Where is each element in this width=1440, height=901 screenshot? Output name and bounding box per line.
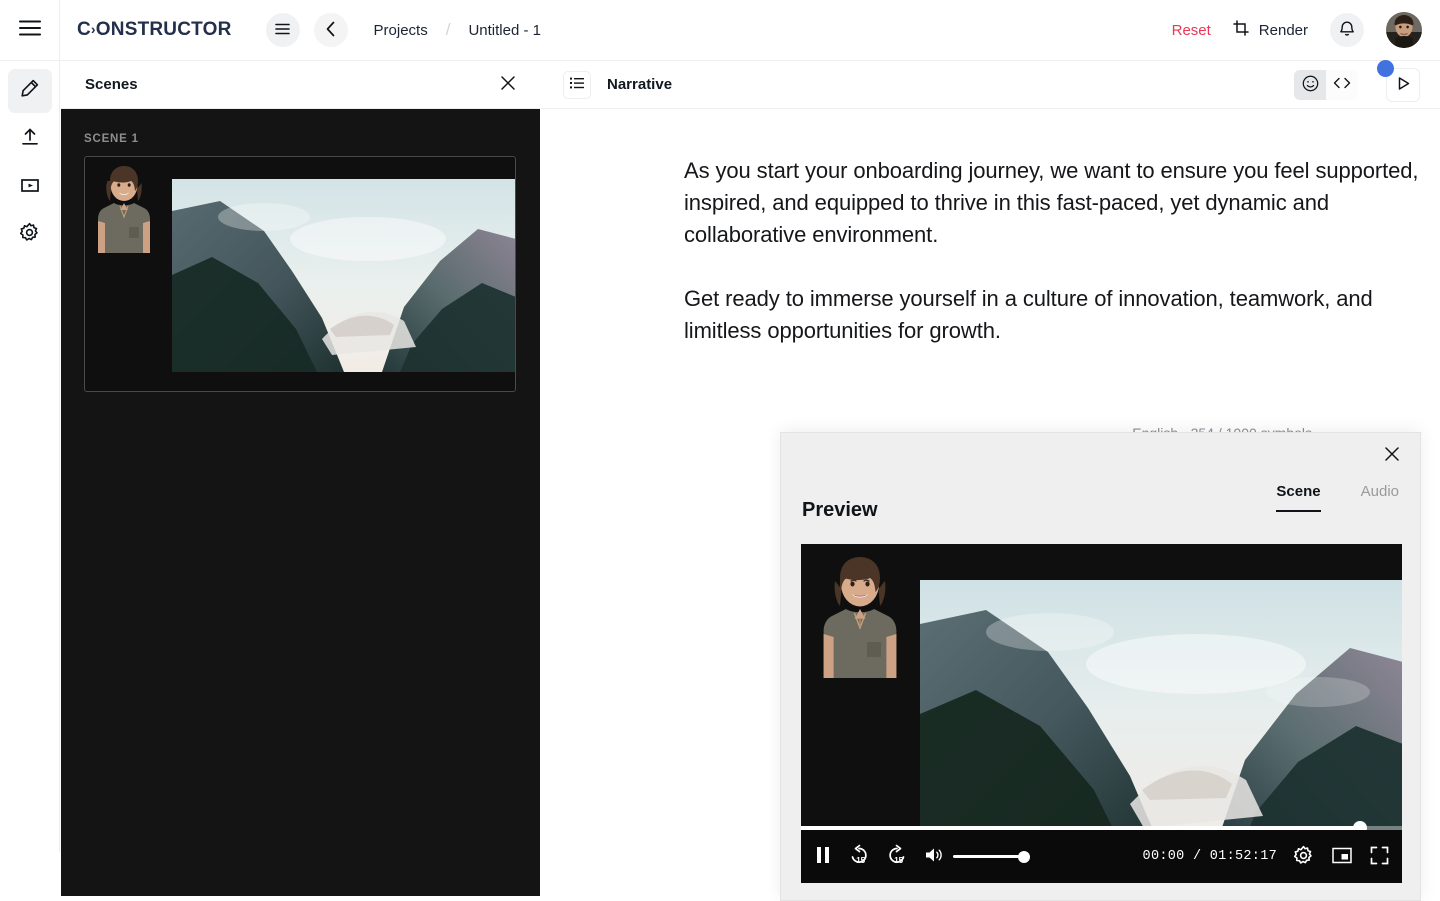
rewind-15-icon: 15 [848, 844, 870, 869]
forward-15-button[interactable]: 15 [886, 844, 908, 869]
preview-player[interactable]: 15 15 [801, 544, 1402, 883]
pause-button[interactable] [814, 845, 832, 868]
scenes-panel-body: SCENE 1 [61, 109, 540, 896]
reset-button[interactable]: Reset [1172, 22, 1211, 39]
current-time: 00:00 [1143, 849, 1185, 864]
preview-modal: Scene Audio Preview [780, 432, 1421, 901]
list-icon [275, 23, 290, 38]
close-icon [500, 75, 516, 94]
preview-close-button[interactable] [1384, 446, 1400, 465]
rail-item-settings[interactable] [8, 213, 52, 257]
tab-scene[interactable]: Scene [1276, 483, 1320, 512]
player-presenter-avatar [822, 550, 898, 678]
player-background-image [920, 580, 1402, 851]
breadcrumb-current-project[interactable]: Untitled - 1 [468, 22, 541, 39]
app-logo[interactable]: C›ONSTRUCTOR [77, 19, 232, 41]
svg-text:15: 15 [894, 856, 903, 865]
pause-icon [814, 845, 832, 868]
time-separator: / [1193, 849, 1201, 864]
forward-15-icon: 15 [886, 844, 908, 869]
scenes-panel-title: Scenes [85, 76, 138, 93]
close-icon [1384, 450, 1400, 465]
narrative-text[interactable]: As you start your onboarding journey, we… [684, 155, 1424, 347]
narrative-panel-title: Narrative [607, 76, 672, 93]
video-time-display: 00:00 / 01:52:17 [1143, 849, 1277, 864]
scene-card[interactable] [84, 156, 516, 392]
narrative-paragraph: Get ready to immerse yourself in a cultu… [684, 283, 1424, 347]
code-brackets-icon [1333, 77, 1351, 92]
emoji-toggle-button[interactable] [1294, 70, 1326, 100]
render-button[interactable]: Render [1233, 20, 1308, 41]
breadcrumb-projects[interactable]: Projects [374, 22, 428, 39]
narrative-paragraph: As you start your onboarding journey, we… [684, 155, 1424, 251]
svg-text:15: 15 [856, 856, 865, 865]
scenes-panel-header: Scenes [61, 61, 540, 109]
fullscreen-button[interactable] [1370, 846, 1389, 868]
hamburger-icon [19, 20, 41, 41]
rewind-15-button[interactable]: 15 [848, 844, 870, 869]
upload-arrow-icon [20, 127, 40, 152]
smiley-icon [1302, 75, 1319, 95]
render-button-label: Render [1259, 22, 1308, 39]
gear-icon [19, 222, 40, 248]
top-bar: C›ONSTRUCTOR Projects / Untitled - 1 Res… [0, 0, 1440, 61]
rail-item-upload[interactable] [8, 117, 52, 161]
preview-tabs: Scene Audio [1276, 483, 1399, 512]
back-button[interactable] [314, 13, 348, 47]
pencil-icon [19, 78, 40, 104]
picture-in-picture-icon [1332, 847, 1352, 867]
top-bar-actions: Reset Render [1172, 12, 1440, 48]
logo-suffix: ONSTRUCTOR [96, 19, 232, 40]
bell-icon [1339, 20, 1355, 40]
preview-title: Preview [802, 499, 878, 522]
avatar[interactable] [1386, 12, 1422, 48]
chevron-left-icon [326, 21, 336, 40]
scene-presenter-avatar [97, 161, 151, 253]
narrative-panel-header: Narrative [541, 61, 1440, 109]
narrative-play-group [1386, 68, 1420, 102]
notification-dot [1377, 60, 1394, 77]
rail-item-media[interactable] [8, 165, 52, 209]
gear-icon [1293, 845, 1314, 869]
scene-background-image [172, 179, 516, 372]
video-duration: 01:52:17 [1210, 849, 1277, 864]
main-menu-button[interactable] [0, 0, 60, 61]
scenes-close-button[interactable] [500, 75, 516, 94]
settings-button[interactable] [1293, 845, 1314, 869]
play-triangle-icon [1396, 76, 1411, 94]
narrative-view-toggle [1294, 70, 1358, 100]
video-control-bar: 15 15 [801, 830, 1402, 883]
list-bullets-icon [570, 77, 584, 92]
scene-label: SCENE 1 [84, 133, 517, 145]
tab-audio[interactable]: Audio [1361, 483, 1399, 512]
volume-button[interactable] [924, 846, 944, 867]
panel-list-toggle-button[interactable] [266, 13, 300, 47]
notifications-button[interactable] [1330, 13, 1364, 47]
speaker-icon [924, 846, 944, 867]
volume-slider[interactable] [953, 855, 1025, 858]
user-avatar-image [1386, 12, 1422, 48]
crop-frame-icon [1233, 20, 1250, 41]
video-frame-icon [20, 175, 40, 200]
breadcrumb: Projects / Untitled - 1 [374, 20, 541, 40]
narrative-list-button[interactable] [563, 71, 591, 99]
fullscreen-icon [1370, 846, 1389, 868]
code-toggle-button[interactable] [1326, 70, 1358, 100]
video-control-right-group [1293, 845, 1389, 869]
pip-button[interactable] [1332, 847, 1352, 867]
breadcrumb-separator: / [446, 20, 451, 40]
logo-prefix: C [77, 19, 91, 40]
left-icon-rail [0, 61, 60, 852]
volume-slider-handle[interactable] [1018, 851, 1030, 863]
app-root: C›ONSTRUCTOR Projects / Untitled - 1 Res… [0, 0, 1440, 901]
rail-item-edit[interactable] [8, 69, 52, 113]
